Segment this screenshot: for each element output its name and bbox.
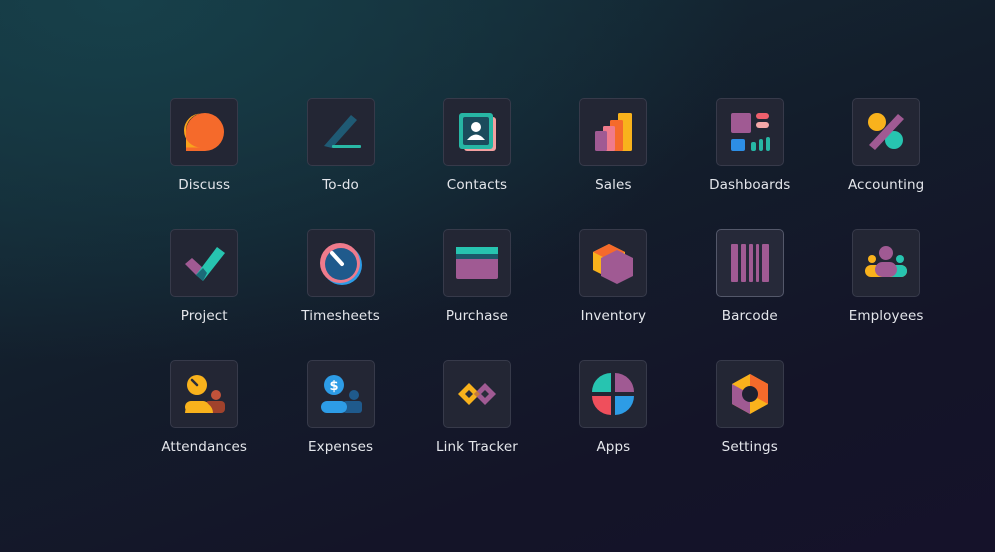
- app-label: Project: [180, 308, 228, 324]
- app-label: Apps: [596, 439, 631, 455]
- app-tile[interactable]: [170, 360, 239, 428]
- app-project[interactable]: Project: [136, 229, 272, 360]
- app-label: Attendances: [161, 439, 248, 455]
- apps-icon: [592, 373, 635, 415]
- app-tile[interactable]: [579, 229, 648, 297]
- app-tile[interactable]: [579, 360, 648, 428]
- app-tile[interactable]: [715, 98, 784, 166]
- accounting-icon: [868, 113, 905, 150]
- app-label: Inventory: [580, 308, 647, 324]
- app-tile[interactable]: [852, 98, 921, 166]
- app-label: Accounting: [847, 177, 925, 193]
- sales-icon: [595, 113, 633, 151]
- barcode-icon: [730, 244, 769, 282]
- settings-icon: [731, 374, 768, 414]
- app-discuss[interactable]: Discuss: [136, 98, 272, 229]
- app-inventory[interactable]: Inventory: [545, 229, 681, 360]
- app-label: Barcode: [721, 308, 778, 324]
- link-tracker-icon: [457, 383, 496, 405]
- app-accounting[interactable]: Accounting: [818, 98, 954, 229]
- app-label: Timesheets: [301, 308, 380, 324]
- app-contacts[interactable]: Contacts: [409, 98, 545, 229]
- app-tile[interactable]: [306, 229, 375, 297]
- expenses-icon: $: [320, 375, 362, 413]
- app-label: To-do: [322, 177, 359, 193]
- app-link-tracker[interactable]: Link Tracker: [409, 360, 545, 491]
- app-purchase[interactable]: Purchase: [409, 229, 545, 360]
- app-label: Employees: [848, 308, 924, 324]
- app-label: Link Tracker: [436, 439, 518, 455]
- app-tile[interactable]: [442, 360, 511, 428]
- app-label: Sales: [595, 177, 632, 193]
- app-tile[interactable]: [579, 98, 648, 166]
- app-dashboards[interactable]: Dashboards: [682, 98, 818, 229]
- app-tile[interactable]: [715, 229, 784, 297]
- app-timesheets[interactable]: Timesheets: [272, 229, 408, 360]
- app-sales[interactable]: Sales: [545, 98, 681, 229]
- app-tile[interactable]: [715, 360, 784, 428]
- dashboards-icon: [730, 113, 770, 151]
- app-label: Settings: [721, 439, 778, 455]
- app-label: Contacts: [446, 177, 508, 193]
- app-attendances[interactable]: Attendances: [136, 360, 272, 491]
- app-tile[interactable]: [442, 229, 511, 297]
- inventory-icon: [593, 244, 634, 284]
- app-tile[interactable]: $: [306, 360, 375, 428]
- app-label: Dashboards: [709, 177, 791, 193]
- app-apps[interactable]: Apps: [545, 360, 681, 491]
- app-settings[interactable]: Settings: [682, 360, 818, 491]
- app-tile[interactable]: [170, 229, 239, 297]
- app-label: Purchase: [445, 308, 509, 324]
- app-label: Expenses: [308, 439, 374, 455]
- dollar-symbol: $: [329, 379, 338, 394]
- app-expenses[interactable]: $ Expenses: [272, 360, 408, 491]
- timesheets-icon: [319, 243, 362, 285]
- attendances-icon: [185, 375, 226, 413]
- app-employees[interactable]: Employees: [818, 229, 954, 360]
- employees-icon: [865, 246, 908, 277]
- app-label: Discuss: [178, 177, 231, 193]
- discuss-icon: [184, 112, 225, 151]
- todo-icon: [323, 115, 361, 148]
- project-icon: [185, 247, 226, 281]
- app-barcode[interactable]: Barcode: [682, 229, 818, 360]
- app-tile[interactable]: [306, 98, 375, 166]
- app-tile[interactable]: [442, 98, 511, 166]
- app-grid: Discuss To-do Contacts Sales Dashboards …: [136, 98, 954, 491]
- app-tile[interactable]: [852, 229, 921, 297]
- contacts-icon: [458, 113, 496, 151]
- purchase-icon: [455, 247, 498, 279]
- app-tile[interactable]: [170, 98, 239, 166]
- app-todo[interactable]: To-do: [272, 98, 408, 229]
